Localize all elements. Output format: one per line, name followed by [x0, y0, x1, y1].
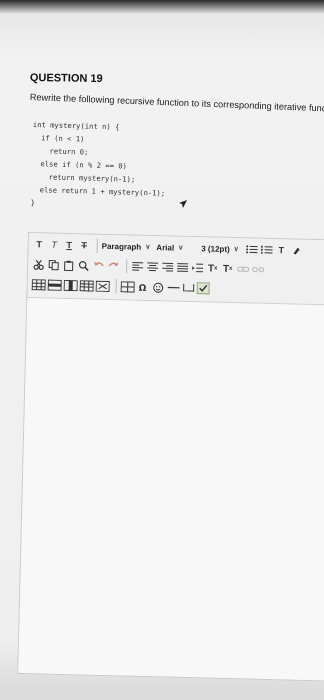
code-line: } — [30, 197, 36, 208]
font-size-select[interactable]: 3 (12pt) ∨ — [201, 241, 239, 256]
align-right-icon[interactable] — [161, 260, 174, 275]
unordered-list-icon[interactable] — [245, 242, 258, 257]
cut-icon[interactable] — [32, 257, 45, 272]
superscript-button[interactable]: Tx — [206, 261, 219, 276]
svg-text:Ω: Ω — [138, 283, 146, 292]
spellcheck-icon[interactable] — [196, 281, 210, 296]
text-color-button[interactable]: T — [275, 243, 288, 258]
insert-table-icon[interactable] — [31, 277, 46, 292]
code-block: int mystery(int n) { if (n < 1) return 0… — [30, 120, 167, 215]
table-layout-icon[interactable] — [120, 279, 135, 294]
question-panel: QUESTION 19 Rewrite the following recurs… — [0, 0, 324, 700]
chevron-down-icon: ∨ — [145, 243, 151, 251]
editor-toolbar: T T T T Paragraph ∨ Arial ∨ 3 (12pt) ∨ T… — [27, 233, 324, 337]
delete-table-icon[interactable] — [95, 278, 110, 293]
superscript-mark: x — [213, 265, 218, 272]
toolbar-divider — [96, 238, 98, 253]
italic-button[interactable]: T — [48, 237, 61, 252]
rich-text-editor[interactable]: T T T T Paragraph ∨ Arial ∨ 3 (12pt) ∨ T… — [17, 232, 324, 682]
question-instruction: Rewrite the following recursive function… — [29, 92, 324, 115]
paste-icon[interactable] — [62, 257, 75, 272]
align-left-icon[interactable] — [131, 259, 144, 274]
font-size-select-value: 3 (12pt) — [201, 243, 230, 254]
strikethrough-button[interactable]: T — [78, 238, 91, 253]
align-center-icon[interactable] — [146, 259, 159, 274]
font-select-value: Arial — [156, 242, 175, 253]
find-icon[interactable] — [77, 258, 90, 273]
underline-button[interactable]: T — [63, 237, 76, 252]
font-select[interactable]: Arial ∨ — [156, 240, 183, 255]
insert-row-icon[interactable] — [47, 277, 62, 292]
special-char-icon[interactable]: Ω — [137, 279, 150, 294]
indent-icon[interactable] — [191, 260, 204, 275]
subscript-button[interactable]: Tx — [221, 261, 234, 276]
chevron-down-icon: ∨ — [233, 246, 239, 254]
editor-text-area[interactable] — [18, 298, 324, 681]
insert-column-icon[interactable] — [63, 277, 78, 292]
chevron-down-icon: ∨ — [178, 244, 184, 252]
mouse-cursor-icon — [178, 196, 188, 208]
ordered-list-icon[interactable] — [260, 242, 273, 257]
highlight-color-icon[interactable] — [290, 243, 303, 258]
undo-icon[interactable] — [92, 258, 105, 273]
redo-icon[interactable] — [107, 258, 120, 273]
toolbar-divider — [126, 259, 128, 274]
paragraph-select-value: Paragraph — [101, 241, 142, 252]
unlink-icon[interactable] — [251, 262, 264, 277]
paragraph-select[interactable]: Paragraph ∨ — [102, 239, 151, 254]
justify-icon[interactable] — [176, 260, 189, 275]
horizontal-rule-icon[interactable] — [167, 280, 180, 295]
emoticon-icon[interactable] — [152, 280, 165, 295]
copy-icon[interactable] — [47, 257, 60, 272]
toolbar-divider — [115, 279, 117, 294]
subscript-mark: x — [228, 265, 233, 273]
question-title: QUESTION 19 — [29, 72, 103, 86]
link-icon[interactable] — [236, 262, 249, 277]
table-properties-icon[interactable] — [79, 278, 94, 293]
page-break-icon[interactable] — [182, 280, 195, 295]
bold-button[interactable]: T — [33, 237, 46, 252]
